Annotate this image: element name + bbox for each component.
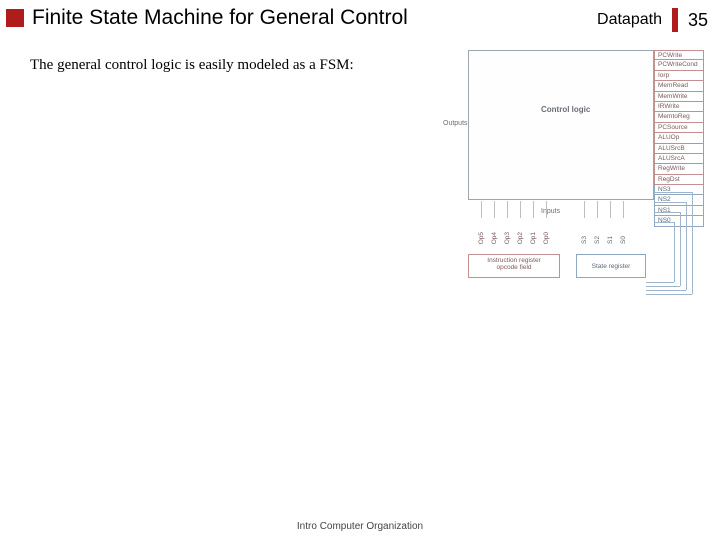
signal-out: ALUOp bbox=[654, 133, 704, 143]
feedback-wire bbox=[654, 192, 692, 193]
signal-ns: NS2 bbox=[654, 195, 704, 205]
header-right: Datapath 35 bbox=[597, 8, 708, 32]
wire-icon bbox=[597, 201, 598, 218]
feedback-wire bbox=[674, 222, 675, 282]
body-paragraph: The general control logic is easily mode… bbox=[30, 56, 410, 75]
feedback-wire bbox=[692, 192, 693, 294]
ir-line2: opcode field bbox=[469, 264, 559, 271]
signal-out: PCWrite bbox=[654, 50, 704, 60]
feedback-wire bbox=[646, 290, 686, 291]
signal-out: RegWrite bbox=[654, 164, 704, 174]
feedback-wire bbox=[680, 212, 681, 286]
signal-out: RegDst bbox=[654, 175, 704, 185]
feedback-wire bbox=[654, 212, 680, 213]
slide-root: Finite State Machine for General Control… bbox=[0, 0, 720, 540]
input-op: Op2 bbox=[517, 232, 524, 244]
input-s: S0 bbox=[620, 236, 627, 244]
feedback-wire bbox=[646, 294, 692, 295]
wire-icon bbox=[481, 201, 482, 218]
wire-icon bbox=[494, 201, 495, 218]
wire-icon bbox=[584, 201, 585, 218]
input-s: S2 bbox=[594, 236, 601, 244]
inputs-label: Inputs bbox=[541, 208, 560, 215]
signal-ns: NS3 bbox=[654, 185, 704, 195]
feedback-wire bbox=[646, 282, 674, 283]
output-signal-list: PCWrite PCWriteCond Iorp MemRead MemWrit… bbox=[654, 50, 704, 227]
control-logic-box: Control logic bbox=[468, 50, 654, 200]
input-op: Op4 bbox=[491, 232, 498, 244]
wire-icon bbox=[610, 201, 611, 218]
signal-out: ALUSrcA bbox=[654, 154, 704, 164]
wire-icon bbox=[520, 201, 521, 218]
signal-out: IRWrite bbox=[654, 102, 704, 112]
feedback-wire bbox=[654, 202, 686, 203]
signal-out: MemRead bbox=[654, 81, 704, 91]
signal-out: PCWriteCond bbox=[654, 60, 704, 70]
feedback-wire bbox=[654, 222, 674, 223]
ir-line1: Instruction register bbox=[469, 257, 559, 264]
signal-out: PCSource bbox=[654, 123, 704, 133]
wire-icon bbox=[546, 201, 547, 218]
control-logic-label: Control logic bbox=[541, 105, 590, 114]
instruction-register-box: Instruction register opcode field bbox=[468, 254, 560, 278]
wire-icon bbox=[507, 201, 508, 218]
page-number: 35 bbox=[688, 10, 708, 31]
input-s: S1 bbox=[607, 236, 614, 244]
header-right-label: Datapath bbox=[597, 11, 662, 29]
signal-out: MemWrite bbox=[654, 92, 704, 102]
input-s: S3 bbox=[581, 236, 588, 244]
feedback-wire bbox=[686, 202, 687, 290]
title-bullet-icon bbox=[6, 9, 24, 27]
input-op: Op5 bbox=[478, 232, 485, 244]
state-register-box: State register bbox=[576, 254, 646, 278]
input-op: Op0 bbox=[543, 232, 550, 244]
wire-icon bbox=[623, 201, 624, 218]
signal-out: Iorp bbox=[654, 71, 704, 81]
feedback-wire bbox=[646, 286, 680, 287]
footer-text: Intro Computer Organization bbox=[0, 521, 720, 532]
input-op: Op3 bbox=[504, 232, 511, 244]
outputs-label: Outputs bbox=[443, 120, 468, 127]
input-op: Op1 bbox=[530, 232, 537, 244]
wire-icon bbox=[533, 201, 534, 218]
signal-out: ALUSrcB bbox=[654, 144, 704, 154]
page-accent-icon bbox=[672, 8, 678, 32]
signal-out: MemtoReg bbox=[654, 112, 704, 122]
control-logic-diagram: Control logic Outputs PCWrite PCWriteCon… bbox=[446, 44, 706, 306]
